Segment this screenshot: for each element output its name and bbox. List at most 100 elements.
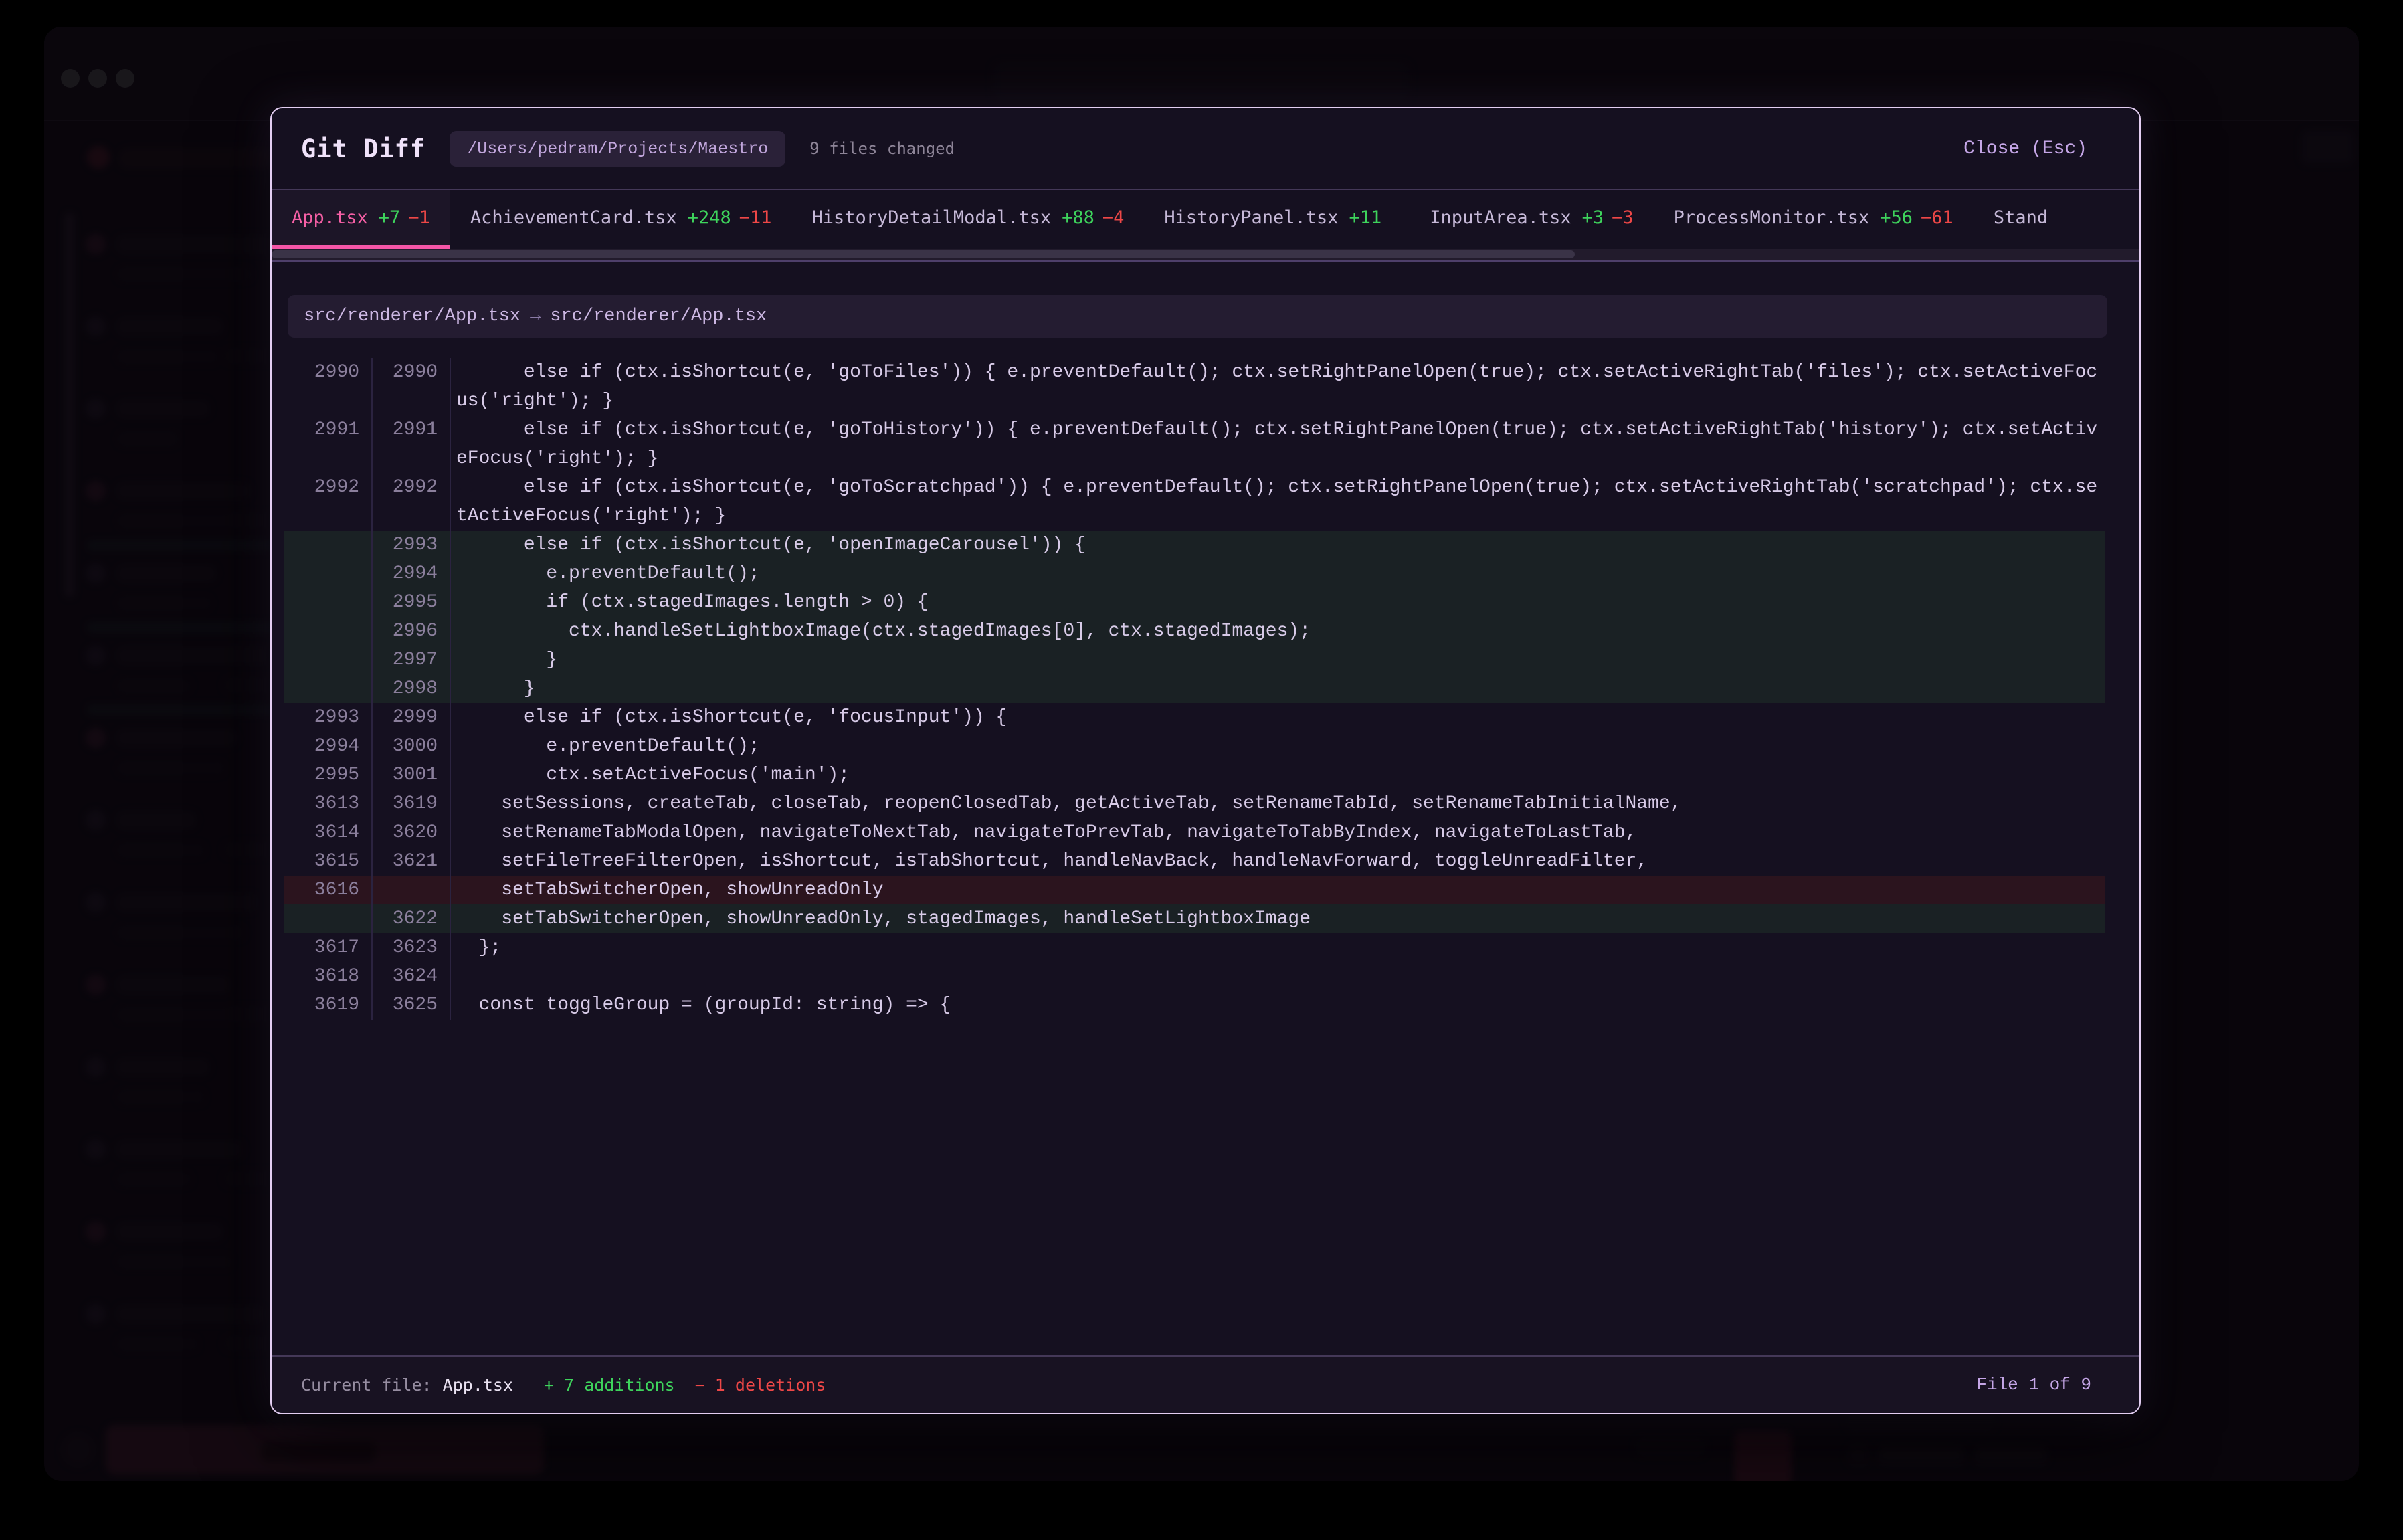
- line-number-old: 3616: [284, 876, 373, 904]
- diff-line: 3616 setTabSwitcherOpen, showUnreadOnly: [284, 876, 2105, 904]
- tab-file-name: App.tsx: [292, 207, 368, 228]
- diff-line: 2994 e.preventDefault();: [284, 559, 2105, 588]
- tab-additions: +56: [1880, 207, 1913, 228]
- line-number-old: 3614: [284, 818, 373, 847]
- line-number-old: 3615: [284, 847, 373, 876]
- diff-line: 29932999 else if (ctx.isShortcut(e, 'foc…: [284, 703, 2105, 732]
- files-changed-count: 9 files changed: [809, 139, 955, 158]
- code-text: if (ctx.stagedImages.length > 0) {: [451, 588, 2105, 617]
- tabs-scrollbar-thumb[interactable]: [272, 250, 1575, 258]
- line-number-old: [284, 617, 373, 646]
- diff-line: 3622 setTabSwitcherOpen, showUnreadOnly,…: [284, 904, 2105, 933]
- diff-line: 2995 if (ctx.stagedImages.length > 0) {: [284, 588, 2105, 617]
- tab-file-name: Stand: [1994, 207, 2048, 228]
- code-text: [451, 962, 2105, 991]
- file-tab[interactable]: Stand: [1974, 190, 2079, 249]
- line-number-old: 3617: [284, 933, 373, 962]
- file-position-indicator: File 1 of 9: [1976, 1375, 2091, 1395]
- diff-lines: 29902990 else if (ctx.isShortcut(e, 'goT…: [284, 358, 2105, 1020]
- line-number-new: 2992: [373, 473, 451, 531]
- diff-file-path: src/renderer/App.tsx→src/renderer/App.ts…: [288, 295, 2107, 338]
- line-number-old: 2993: [284, 703, 373, 732]
- line-number-new: 3000: [373, 732, 451, 761]
- line-number-new: 3624: [373, 962, 451, 991]
- code-text: setTabSwitcherOpen, showUnreadOnly: [451, 876, 2105, 904]
- file-tab[interactable]: HistoryPanel.tsx +11: [1144, 190, 1410, 249]
- code-text: setRenameTabModalOpen, navigateToNextTab…: [451, 818, 2105, 847]
- modal-footer: Current file: App.tsx + 7 additions − 1 …: [272, 1355, 2139, 1413]
- code-text: setSessions, createTab, closeTab, reopen…: [451, 789, 2105, 818]
- diff-line: 2993 else if (ctx.isShortcut(e, 'openIma…: [284, 531, 2105, 559]
- diff-line: 29953001 ctx.setActiveFocus('main');: [284, 761, 2105, 789]
- diff-line: 36193625 const toggleGroup = (groupId: s…: [284, 991, 2105, 1020]
- line-number-new: 2995: [373, 588, 451, 617]
- line-number-old: [284, 588, 373, 617]
- line-number-old: 3613: [284, 789, 373, 818]
- line-number-old: 2990: [284, 358, 373, 415]
- diff-line: 36153621 setFileTreeFilterOpen, isShortc…: [284, 847, 2105, 876]
- line-number-old: [284, 904, 373, 933]
- file-tab[interactable]: InputArea.tsx+3−3: [1410, 190, 1653, 249]
- code-text: }: [451, 646, 2105, 674]
- tab-additions: +11: [1349, 207, 1382, 228]
- line-number-old: [284, 559, 373, 588]
- current-file-name: App.tsx: [443, 1375, 513, 1395]
- modal-header: Git Diff /Users/pedram/Projects/Maestro …: [272, 108, 2139, 190]
- tab-file-name: HistoryDetailModal.tsx: [812, 207, 1052, 228]
- code-text: else if (ctx.isShortcut(e, 'goToScratchp…: [451, 473, 2105, 531]
- line-number-old: [284, 674, 373, 703]
- line-number-new: 2993: [373, 531, 451, 559]
- line-number-new: [373, 876, 451, 904]
- footer-deletions: − 1 deletions: [695, 1375, 826, 1395]
- file-tab[interactable]: App.tsx+7−1: [272, 190, 450, 249]
- code-text: };: [451, 933, 2105, 962]
- line-number-new: 3621: [373, 847, 451, 876]
- code-text: e.preventDefault();: [451, 732, 2105, 761]
- code-text: setTabSwitcherOpen, showUnreadOnly, stag…: [451, 904, 2105, 933]
- diff-line: 29902990 else if (ctx.isShortcut(e, 'goT…: [284, 358, 2105, 415]
- line-number-old: 3618: [284, 962, 373, 991]
- code-text: else if (ctx.isShortcut(e, 'goToHistory'…: [451, 415, 2105, 473]
- diff-line: 2997 }: [284, 646, 2105, 674]
- repo-path-badge: /Users/pedram/Projects/Maestro: [450, 131, 785, 167]
- line-number-old: [284, 531, 373, 559]
- close-button[interactable]: Close (Esc): [1959, 138, 2091, 160]
- tab-deletions: −4: [1102, 207, 1125, 228]
- current-file-label: Current file:: [301, 1375, 432, 1395]
- tab-deletions: −61: [1921, 207, 1953, 228]
- code-text: ctx.handleSetLightboxImage(ctx.stagedIma…: [451, 617, 2105, 646]
- diff-line: 36143620 setRenameTabModalOpen, navigate…: [284, 818, 2105, 847]
- line-number-old: 2995: [284, 761, 373, 789]
- code-text: const toggleGroup = (groupId: string) =>…: [451, 991, 2105, 1020]
- line-number-new: 3620: [373, 818, 451, 847]
- tab-deletions: −11: [739, 207, 772, 228]
- code-text: e.preventDefault();: [451, 559, 2105, 588]
- tab-file-name: ProcessMonitor.tsx: [1674, 207, 1870, 228]
- line-number-new: 2998: [373, 674, 451, 703]
- tabs-scrollbar[interactable]: [272, 249, 2139, 260]
- modal-title: Git Diff: [301, 134, 425, 163]
- line-number-new: 3622: [373, 904, 451, 933]
- code-text: ctx.setActiveFocus('main');: [451, 761, 2105, 789]
- diff-body: src/renderer/App.tsx→src/renderer/App.ts…: [272, 262, 2139, 1355]
- tab-file-name: HistoryPanel.tsx: [1164, 207, 1338, 228]
- diff-line: 2996 ctx.handleSetLightboxImage(ctx.stag…: [284, 617, 2105, 646]
- tab-deletions: −1: [408, 207, 430, 228]
- line-number-new: 3001: [373, 761, 451, 789]
- code-text: else if (ctx.isShortcut(e, 'goToFiles'))…: [451, 358, 2105, 415]
- file-tab[interactable]: ProcessMonitor.tsx +56 −61: [1654, 190, 1974, 249]
- line-number-new: 2997: [373, 646, 451, 674]
- footer-additions: + 7 additions: [544, 1375, 675, 1395]
- line-number-old: 2994: [284, 732, 373, 761]
- file-tabs-bar: App.tsx+7−1AchievementCard.tsx+248−11His…: [272, 190, 2139, 249]
- line-number-new: 3623: [373, 933, 451, 962]
- diff-line: 29922992 else if (ctx.isShortcut(e, 'goT…: [284, 473, 2105, 531]
- file-tab[interactable]: AchievementCard.tsx+248−11: [450, 190, 792, 249]
- line-number-old: 2991: [284, 415, 373, 473]
- line-number-new: 3619: [373, 789, 451, 818]
- file-tab[interactable]: HistoryDetailModal.tsx +88 −4: [792, 190, 1145, 249]
- tab-additions: +88: [1062, 207, 1094, 228]
- line-number-old: 2992: [284, 473, 373, 531]
- tab-file-name: InputArea.tsx: [1430, 207, 1571, 228]
- line-number-old: 3619: [284, 991, 373, 1020]
